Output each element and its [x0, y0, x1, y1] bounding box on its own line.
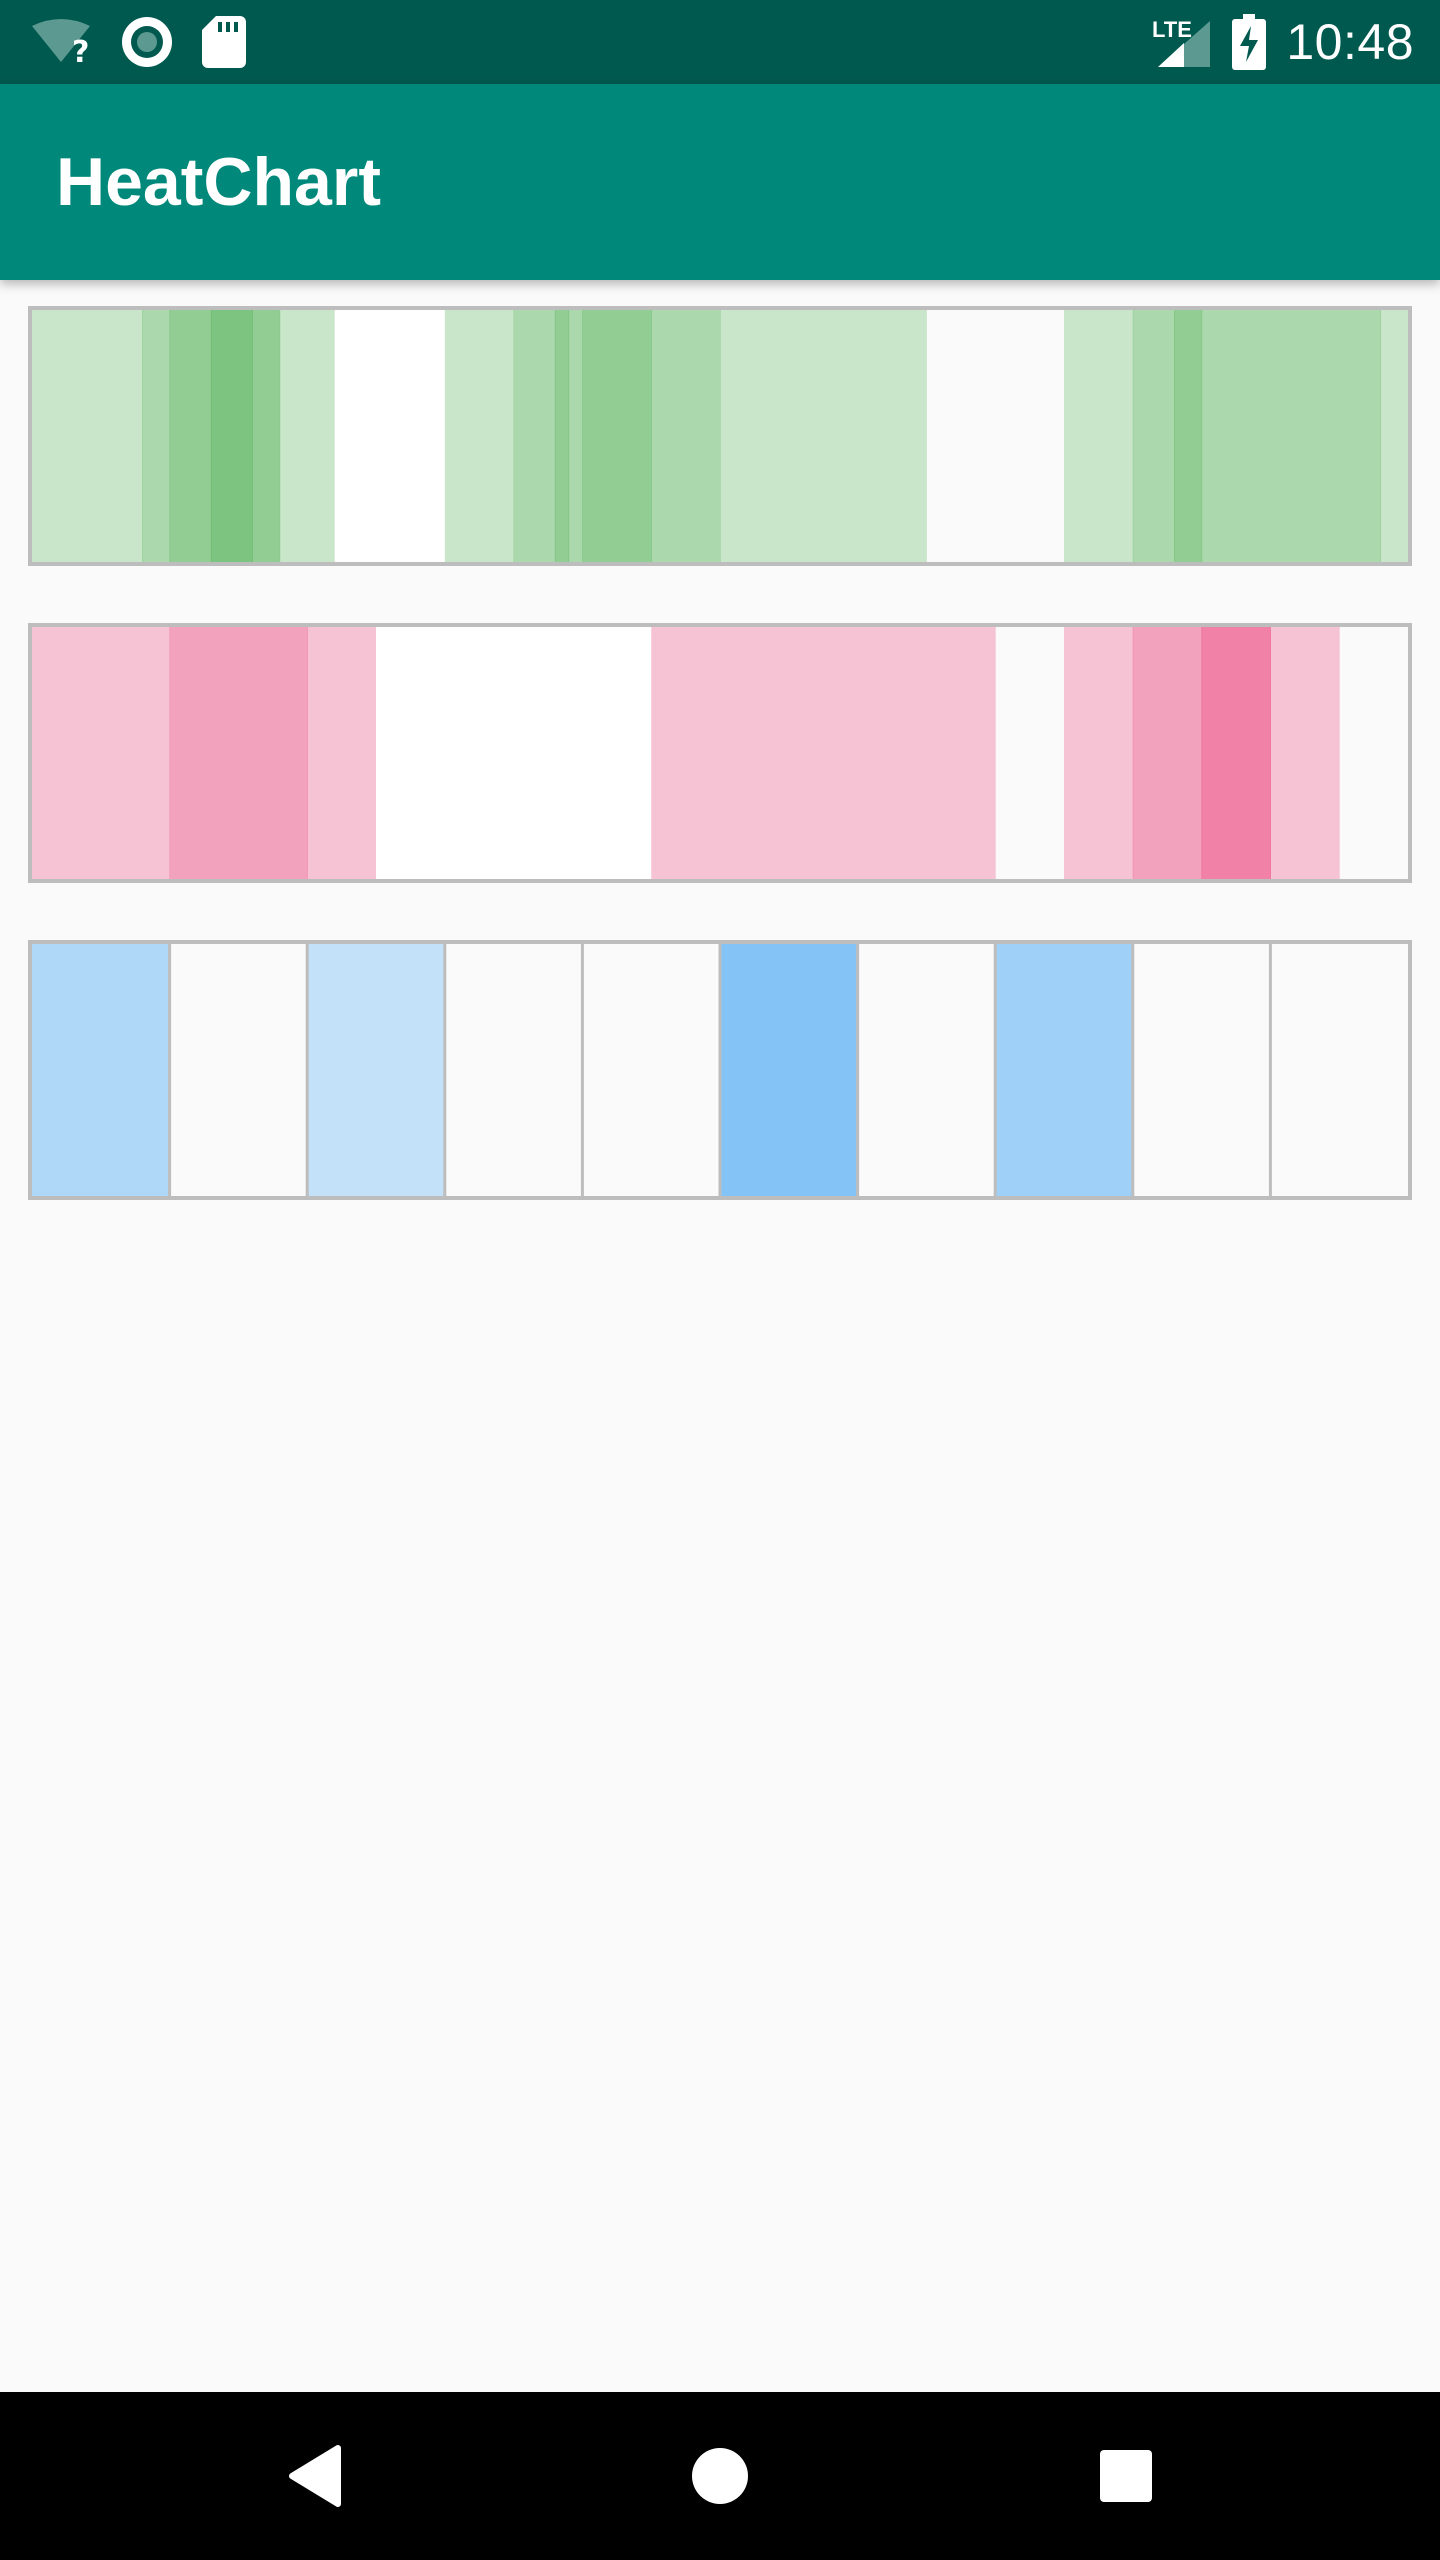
- home-button[interactable]: [650, 2392, 790, 2560]
- heat-segment-green-19: [1380, 310, 1408, 562]
- heat-cell-blue-4: [582, 944, 720, 1196]
- heat-cell-blue-3: [444, 944, 583, 1196]
- heat-segment-green-0: [32, 310, 143, 562]
- heat-cell-blue-1: [169, 944, 308, 1196]
- heat-chart-green: [28, 306, 1412, 566]
- svg-text:?: ?: [72, 35, 89, 66]
- sync-icon: [120, 15, 174, 69]
- heat-segment-green-12: [651, 310, 721, 562]
- heat-segment-green-11: [582, 310, 652, 562]
- navigation-bar: [0, 2392, 1440, 2560]
- heat-segment-pink-5: [995, 627, 1064, 879]
- heat-segment-pink-4: [651, 627, 996, 879]
- heat-segment-green-2: [169, 310, 212, 562]
- heat-segment-pink-6: [1064, 627, 1134, 879]
- heat-chart-blue: [28, 940, 1412, 1200]
- heat-chart-pink-canvas: [32, 627, 1408, 879]
- heat-segment-green-4: [252, 310, 281, 562]
- heat-segment-green-8: [513, 310, 556, 562]
- heat-chart-pink: [28, 623, 1412, 883]
- heat-segment-green-3: [210, 310, 253, 562]
- heat-segment-green-17: [1174, 310, 1203, 562]
- status-bar-system: LTE 10:48: [1150, 0, 1414, 84]
- heat-cell-blue-5: [720, 944, 858, 1196]
- heat-cell-blue-0: [32, 944, 170, 1196]
- heat-segment-green-16: [1132, 310, 1175, 562]
- heat-segment-green-15: [1064, 310, 1134, 562]
- heat-cell-blue-6: [857, 944, 996, 1196]
- status-bar: ? LTE 10:48: [0, 0, 1440, 84]
- heat-segment-pink-2: [307, 627, 377, 879]
- lte-signal-icon: LTE: [1150, 15, 1212, 69]
- heat-chart-green-canvas: [32, 310, 1408, 562]
- heat-segment-green-5: [279, 310, 336, 562]
- heat-segment-pink-9: [1270, 627, 1340, 879]
- sd-card-icon: [202, 16, 246, 68]
- back-icon: [289, 2445, 341, 2507]
- heat-segment-pink-8: [1201, 627, 1271, 879]
- heat-segment-pink-3: [376, 627, 652, 879]
- heat-segment-green-13: [720, 310, 927, 562]
- heat-chart-blue-canvas: [32, 944, 1408, 1196]
- heat-segment-pink-0: [32, 627, 171, 879]
- app-bar: HeatChart: [0, 84, 1440, 280]
- heat-segment-green-1: [142, 310, 171, 562]
- home-icon: [692, 2448, 748, 2504]
- heat-segment-pink-10: [1339, 627, 1408, 879]
- heat-segment-green-6: [334, 310, 446, 562]
- heat-cell-blue-9: [1270, 944, 1408, 1196]
- heat-segment-green-9: [554, 310, 570, 562]
- network-type-label: LTE: [1152, 17, 1192, 42]
- heat-cell-blue-8: [1132, 944, 1271, 1196]
- recents-icon: [1100, 2450, 1152, 2502]
- page-title: HeatChart: [56, 144, 381, 220]
- heat-segment-pink-1: [169, 627, 308, 879]
- battery-charging-icon: [1232, 14, 1267, 70]
- heat-cell-blue-2: [307, 944, 445, 1196]
- heat-segment-pink-7: [1132, 627, 1203, 879]
- heat-segment-green-18: [1201, 310, 1381, 562]
- wifi-unknown-icon: ?: [30, 18, 92, 66]
- heat-cell-blue-7: [995, 944, 1133, 1196]
- status-bar-clock: 10:48: [1286, 14, 1414, 70]
- recents-button[interactable]: [1056, 2392, 1196, 2560]
- status-bar-notifications: ?: [30, 0, 246, 84]
- heat-segment-green-14: [926, 310, 1064, 562]
- heat-segment-green-7: [444, 310, 515, 562]
- heat-segment-green-10: [568, 310, 583, 562]
- back-button[interactable]: [246, 2392, 386, 2560]
